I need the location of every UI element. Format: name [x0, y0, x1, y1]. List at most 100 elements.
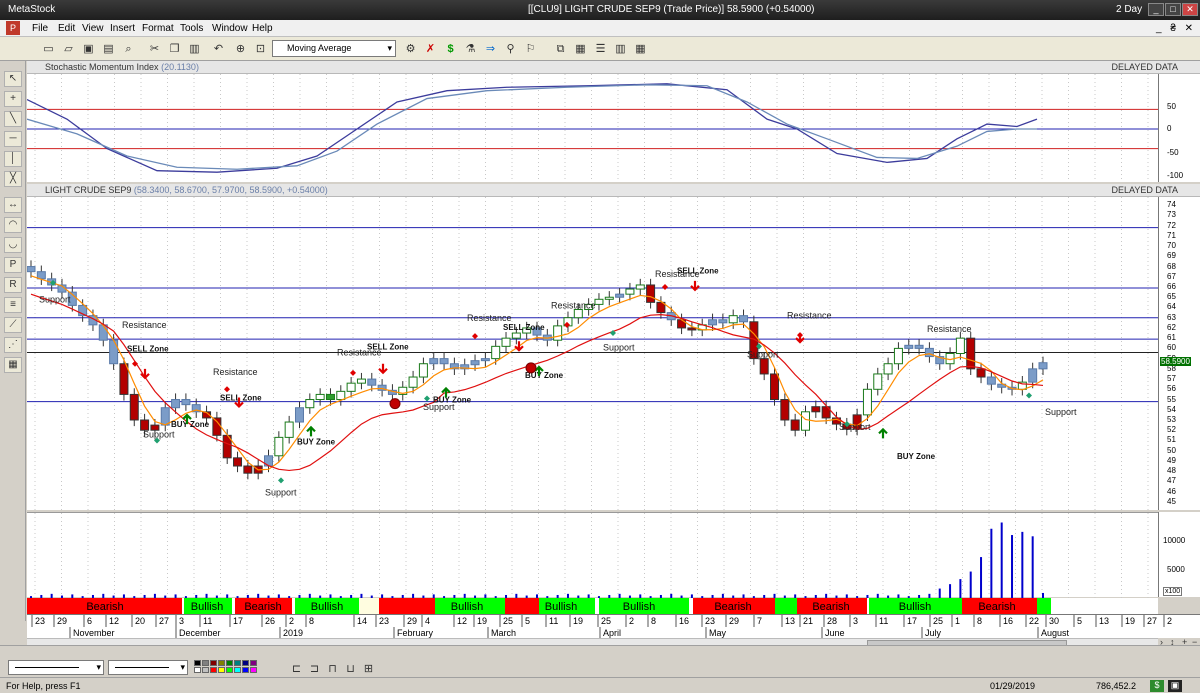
zoom-icon[interactable]: ⊡: [252, 40, 269, 57]
candle-body: [966, 337, 976, 370]
color-swatch[interactable]: [210, 660, 217, 666]
layout-horizontal-icon[interactable]: ☰: [592, 40, 609, 57]
buy-zone-label: BUY Zone: [297, 438, 336, 447]
style-bar-icon[interactable]: ⊐: [306, 660, 323, 677]
minimize-button[interactable]: _: [1148, 3, 1164, 16]
layout-cascade-icon[interactable]: ⧉: [552, 40, 569, 57]
color-swatch[interactable]: [218, 660, 225, 666]
menu-edit[interactable]: Edit: [58, 23, 75, 34]
dollar-icon[interactable]: $: [442, 40, 459, 57]
save-icon[interactable]: ▣: [80, 40, 97, 57]
open-folder-icon[interactable]: ▱: [60, 40, 77, 57]
vertical-line-icon[interactable]: │: [4, 151, 22, 167]
price-tick: 65: [1167, 292, 1176, 302]
regression-icon[interactable]: R: [4, 277, 22, 293]
menu-tools[interactable]: Tools: [180, 23, 203, 34]
menu-file[interactable]: File: [32, 23, 48, 34]
day-label: 27: [159, 616, 169, 626]
menu-view[interactable]: View: [82, 23, 104, 34]
candle-body: [1028, 368, 1038, 383]
color-swatch[interactable]: [218, 667, 225, 673]
day-label: 23: [379, 616, 389, 626]
pan-icon[interactable]: ↔: [4, 197, 22, 213]
menu-window[interactable]: Window: [212, 23, 248, 34]
color-swatch[interactable]: [242, 667, 249, 673]
cycle-icon[interactable]: ◡: [4, 237, 22, 253]
support-label: Support: [265, 488, 297, 498]
line-style-select[interactable]: ▾: [8, 660, 104, 675]
stoch-plot[interactable]: [26, 74, 1158, 182]
flask-icon[interactable]: ⚗: [462, 40, 479, 57]
candle-body: [171, 399, 181, 409]
arc-icon[interactable]: ◠: [4, 217, 22, 233]
style-histogram-icon[interactable]: ⊞: [360, 660, 377, 677]
scan-icon[interactable]: ⚐: [522, 40, 539, 57]
close-button[interactable]: ✕: [1182, 3, 1198, 16]
speed-line-icon[interactable]: ⟋: [4, 317, 22, 333]
resistance-label: Resistance: [213, 367, 258, 377]
mdi-controls[interactable]: _ ₴ ✕: [1156, 23, 1196, 34]
price-plot[interactable]: Resistance Resistance Resistance Resistance…: [26, 197, 1158, 510]
crosshair-icon[interactable]: ⊕: [232, 40, 249, 57]
arrow-right-icon[interactable]: ⇒: [482, 40, 499, 57]
explorer-icon[interactable]: ⚲: [502, 40, 519, 57]
connection-icon[interactable]: $: [1150, 680, 1164, 692]
paste-icon[interactable]: ▥: [186, 40, 203, 57]
candle-body: [708, 319, 718, 326]
grid-tool-icon[interactable]: ▦: [4, 357, 22, 373]
color-swatch[interactable]: [202, 667, 209, 673]
color-swatch[interactable]: [226, 660, 233, 666]
status-coord: 786,452.2: [1096, 681, 1137, 691]
color-swatch[interactable]: [242, 660, 249, 666]
color-swatch[interactable]: [226, 667, 233, 673]
line-weight-select[interactable]: ▾: [108, 660, 188, 675]
new-file-icon[interactable]: ▭: [40, 40, 57, 57]
color-swatch[interactable]: [194, 660, 201, 666]
color-palette[interactable]: [194, 660, 274, 675]
color-swatch[interactable]: [194, 667, 201, 673]
menu-help[interactable]: Help: [252, 23, 273, 34]
month-label: November: [73, 628, 115, 638]
layout-tile-icon[interactable]: ▦: [572, 40, 589, 57]
undo-icon[interactable]: ↶: [210, 40, 227, 57]
color-swatch[interactable]: [202, 660, 209, 666]
layout-vertical-icon[interactable]: ▥: [612, 40, 629, 57]
indicator-select[interactable]: Moving Average ▾: [272, 40, 396, 57]
menu-format[interactable]: Format: [142, 23, 174, 34]
style-ohlc-icon[interactable]: ⊔: [342, 660, 359, 677]
color-swatch[interactable]: [234, 667, 241, 673]
cut-icon[interactable]: ✂: [146, 40, 163, 57]
trendline-icon[interactable]: ╲: [4, 111, 22, 127]
style-candle-icon[interactable]: ⊓: [324, 660, 341, 677]
volume-plot[interactable]: [27, 512, 1158, 598]
gann-fan-icon[interactable]: ⋰: [4, 337, 22, 353]
period-label: 2 Day: [1116, 4, 1143, 15]
maximize-button[interactable]: □: [1165, 3, 1181, 16]
candle-body: [284, 421, 294, 438]
color-swatch[interactable]: [250, 660, 257, 666]
candle-body: [739, 315, 749, 323]
feed-icon[interactable]: ▣: [1168, 680, 1182, 692]
horizontal-line-icon[interactable]: ─: [4, 131, 22, 147]
day-label: 28: [827, 616, 837, 626]
layout-grid-icon[interactable]: ▦: [632, 40, 649, 57]
color-swatch[interactable]: [210, 667, 217, 673]
style-line-icon[interactable]: ⊏: [288, 660, 305, 677]
app-icon[interactable]: P: [6, 21, 20, 35]
text-tool-icon[interactable]: P: [4, 257, 22, 273]
menu-insert[interactable]: Insert: [110, 23, 135, 34]
copy-icon[interactable]: ❐: [166, 40, 183, 57]
fibonacci-icon[interactable]: ╳: [4, 171, 22, 187]
help-text: For Help, press F1: [6, 681, 81, 691]
print-preview-icon[interactable]: ⌕: [120, 40, 137, 57]
print-icon[interactable]: ▤: [100, 40, 117, 57]
expert-advisor-icon[interactable]: ⚙: [402, 40, 419, 57]
stoch-axis: 50 0 -50 -100: [1158, 74, 1200, 182]
color-swatch[interactable]: [250, 667, 257, 673]
candle-body: [811, 406, 821, 413]
color-swatch[interactable]: [234, 660, 241, 666]
crosshair-tool-icon[interactable]: +: [4, 91, 22, 107]
remove-indicator-icon[interactable]: ✗: [422, 40, 439, 57]
pointer-icon[interactable]: ↖: [4, 71, 22, 87]
channel-icon[interactable]: ≡: [4, 297, 22, 313]
